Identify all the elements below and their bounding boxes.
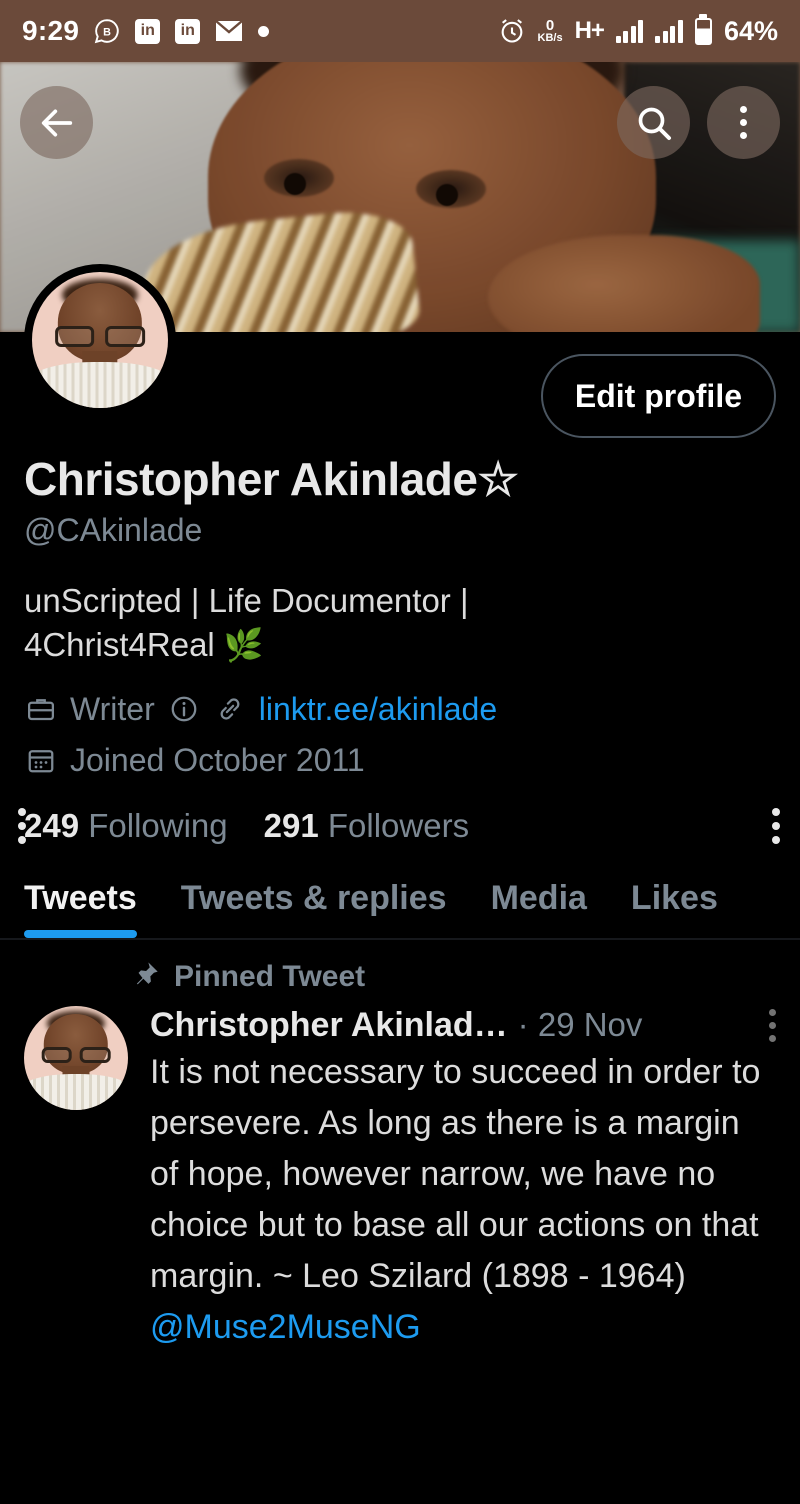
alarm-icon xyxy=(498,17,526,45)
following-count: 249 xyxy=(24,806,80,844)
followers-stat[interactable]: 291 Followers xyxy=(264,807,469,845)
profile-stats: 249 Following 291 Followers xyxy=(18,807,780,845)
tab-tweets-replies[interactable]: Tweets & replies xyxy=(181,879,447,938)
link-icon xyxy=(213,692,247,726)
search-button[interactable] xyxy=(617,86,690,159)
profile-bio: unScripted | Life Documentor | 4Christ4R… xyxy=(24,579,776,667)
tweet-main: Christopher Akinlad… · 29 Nov It is not … xyxy=(150,1006,776,1353)
more-vertical-icon[interactable] xyxy=(18,807,26,844)
network-type-label: H+ xyxy=(574,17,605,44)
display-name-text: Christopher Akinlade xyxy=(24,453,478,505)
briefcase-icon xyxy=(24,692,58,726)
battery-percent: 64% xyxy=(723,15,778,46)
tweet-timestamp: · 29 Nov xyxy=(517,1006,643,1044)
joined-date: Joined October 2011 xyxy=(70,741,365,778)
tweet-overflow-menu[interactable] xyxy=(769,1008,776,1042)
whatsapp-business-icon: B xyxy=(94,18,120,44)
tweet-body: Christopher Akinlad… · 29 Nov It is not … xyxy=(24,1005,776,1353)
followers-count: 291 xyxy=(263,806,319,844)
followers-label: Followers xyxy=(327,806,470,844)
pinned-label: Pinned Tweet xyxy=(174,959,366,993)
tweet-author[interactable]: Christopher Akinlad… xyxy=(150,1006,508,1045)
profile-meta-joined: Joined October 2011 xyxy=(24,742,776,779)
tweet-header: Christopher Akinlad… · 29 Nov xyxy=(150,1006,776,1045)
tab-likes[interactable]: Likes xyxy=(631,879,718,938)
following-label: Following xyxy=(88,806,228,844)
tab-media[interactable]: Media xyxy=(491,879,587,938)
tweet-text-body: It is not necessary to succeed in order … xyxy=(150,1052,761,1295)
svg-text:B: B xyxy=(103,26,111,38)
bio-line-2: 4Christ4Real 🌿 xyxy=(24,625,264,663)
pin-icon xyxy=(132,960,160,993)
more-vertical-icon[interactable] xyxy=(772,807,780,844)
info-circle-icon[interactable] xyxy=(167,692,201,726)
dot-icon xyxy=(258,25,270,37)
back-button[interactable] xyxy=(20,86,93,159)
status-bar: 9:29 B in in 0 KB/s H+ 64% xyxy=(0,0,800,62)
following-stat[interactable]: 249 Following xyxy=(24,807,228,845)
mail-icon xyxy=(215,20,244,42)
profile-meta-profession: Writer linktr.ee/akinlade xyxy=(24,691,776,728)
network-speed-value: 0 xyxy=(545,17,555,34)
profession-label: Writer xyxy=(70,690,155,727)
tweet-mention[interactable]: @Muse2MuseNG xyxy=(150,1308,421,1346)
avatar-image xyxy=(32,272,168,408)
arrow-left-icon xyxy=(41,109,72,136)
more-vertical-icon xyxy=(740,106,747,139)
profile-link[interactable]: linktr.ee/akinlade xyxy=(259,691,497,728)
linkedin-icon: in xyxy=(135,18,161,44)
tweet-avatar[interactable] xyxy=(24,1005,128,1110)
pinned-tweet[interactable]: Pinned Tweet Christopher Akinlad… · 29 N… xyxy=(0,940,800,1353)
avatar[interactable] xyxy=(24,264,176,416)
signal-bars-icon xyxy=(615,19,644,43)
network-speed-indicator: 0 KB/s xyxy=(538,18,563,44)
pinned-indicator: Pinned Tweet xyxy=(132,960,776,994)
overflow-menu-button[interactable] xyxy=(707,86,780,159)
profile-section: Edit profile Christopher Akinlade☆ @CAki… xyxy=(0,264,800,845)
linkedin-icon: in xyxy=(175,18,201,44)
page-title: Christopher Akinlade☆ xyxy=(24,452,776,506)
profile-tabs: Tweets Tweets & replies Media Likes xyxy=(0,879,800,940)
bio-line-1: unScripted | Life Documentor | xyxy=(24,582,469,619)
status-time: 9:29 xyxy=(22,15,80,46)
herb-emoji-icon: 🌿 xyxy=(223,626,264,663)
profile-handle: @CAkinlade xyxy=(24,512,203,548)
tweet-text: It is not necessary to succeed in order … xyxy=(150,1047,776,1353)
search-icon xyxy=(638,107,671,140)
network-speed-unit: KB/s xyxy=(537,32,563,44)
status-bar-left: 9:29 B in in xyxy=(22,15,270,47)
signal-bars-icon xyxy=(655,19,683,43)
calendar-icon xyxy=(24,743,58,777)
edit-profile-button[interactable]: Edit profile xyxy=(540,354,776,438)
star-icon: ☆ xyxy=(477,453,519,505)
status-bar-right: 0 KB/s H+ 64% xyxy=(498,16,778,47)
phone-screen: 9:29 B in in 0 KB/s H+ 64% Edit profile … xyxy=(0,0,800,1504)
battery-icon xyxy=(694,17,712,45)
tab-tweets[interactable]: Tweets xyxy=(24,879,137,938)
